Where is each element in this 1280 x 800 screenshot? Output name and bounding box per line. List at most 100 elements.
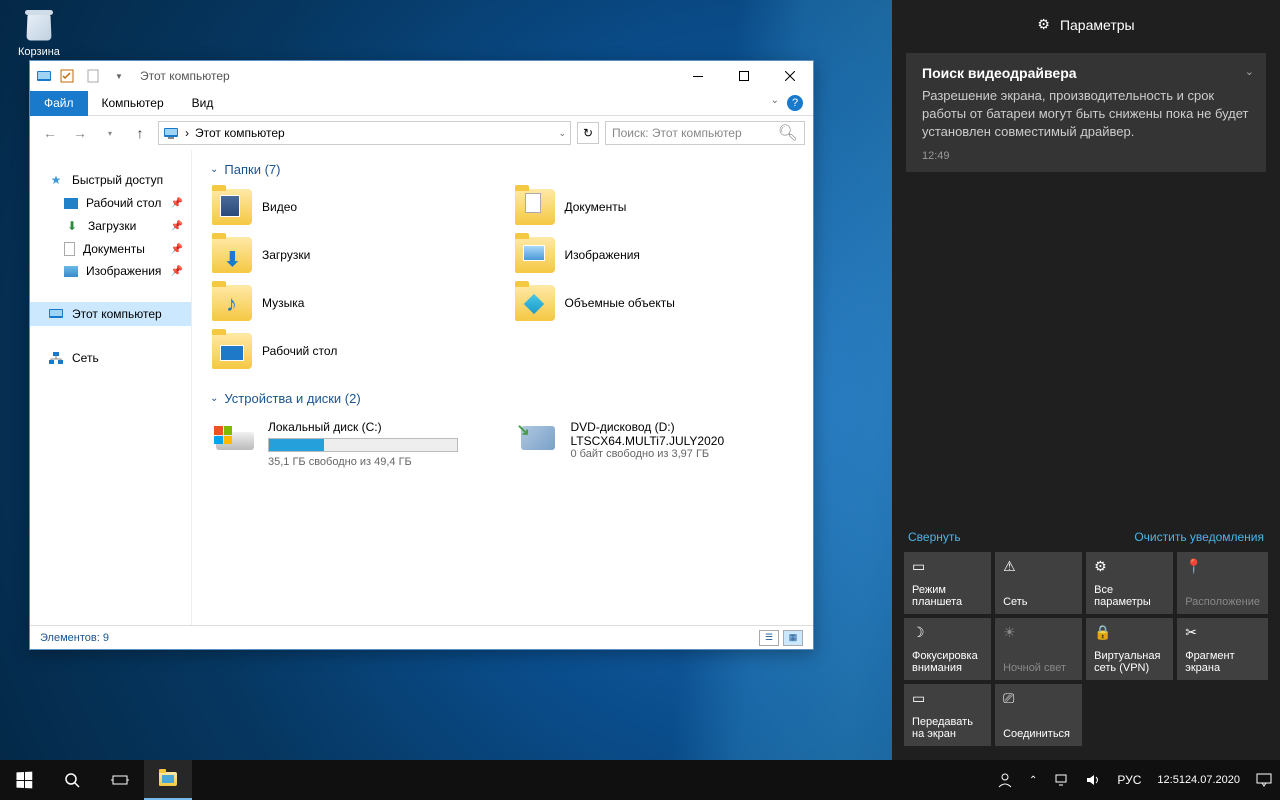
tray-language[interactable]: РУС <box>1109 760 1149 800</box>
tray-action-center-icon[interactable] <box>1248 760 1280 800</box>
notification-title: Поиск видеодрайвера <box>922 65 1250 81</box>
forward-button[interactable]: → <box>68 121 92 145</box>
folder-downloads[interactable]: ⬇Загрузки <box>210 235 493 275</box>
tab-computer[interactable]: Компьютер <box>88 91 178 116</box>
drive-usage-bar <box>268 438 458 452</box>
tile-network[interactable]: ⚠Сеть <box>995 552 1082 614</box>
back-button[interactable]: ← <box>38 121 62 145</box>
tray-volume-icon[interactable] <box>1077 760 1109 800</box>
quick-actions: ▭Режим планшета ⚠Сеть ⚙Все параметры 📍Ра… <box>892 552 1280 760</box>
navbar: ← → ▾ ↑ › Этот компьютер ⌄ ↻ 🔍︎ <box>30 116 813 150</box>
tab-view[interactable]: Вид <box>178 91 228 116</box>
address-dropdown-icon[interactable]: ⌄ <box>558 128 566 139</box>
pin-icon: 📌 <box>171 266 183 277</box>
tile-all-settings[interactable]: ⚙Все параметры <box>1086 552 1173 614</box>
notification-time: 12:49 <box>922 150 1250 162</box>
titlebar[interactable]: ▼ Этот компьютер <box>30 61 813 91</box>
taskbar-explorer[interactable] <box>144 760 192 800</box>
drive-c[interactable]: Локальный диск (C:) 35,1 ГБ свободно из … <box>210 416 493 472</box>
sidebar-quick-access[interactable]: ★ Быстрый доступ <box>30 168 191 192</box>
search-input[interactable] <box>612 126 778 140</box>
action-center: ⚙ Параметры Поиск видеодрайвера Разрешен… <box>892 0 1280 760</box>
sidebar-documents[interactable]: Документы📌 <box>30 238 191 260</box>
tile-location[interactable]: 📍Расположение <box>1177 552 1268 614</box>
app-icon <box>36 68 52 84</box>
folder-videos[interactable]: Видео <box>210 187 493 227</box>
tile-connect[interactable]: ⎚Соединиться <box>995 684 1082 746</box>
tile-tablet-mode[interactable]: ▭Режим планшета <box>904 552 991 614</box>
tile-project[interactable]: ▭Передавать на экран <box>904 684 991 746</box>
search-box[interactable]: 🔍︎ <box>605 121 805 145</box>
sun-icon: ☀ <box>1003 624 1074 642</box>
windows-logo-icon <box>16 772 32 789</box>
drive-d[interactable]: ↘ DVD-дисковод (D:) LTSCX64.MULTi7.JULY2… <box>513 416 796 472</box>
minimize-button[interactable] <box>675 61 721 91</box>
pin-icon: 📌 <box>171 244 183 255</box>
notification[interactable]: Поиск видеодрайвера Разрешение экрана, п… <box>906 53 1266 172</box>
address-location: Этот компьютер <box>195 126 285 140</box>
location-icon: 📍 <box>1185 558 1260 576</box>
file-explorer-window: ▼ Этот компьютер Файл Компьютер Вид ⌄ ? … <box>29 60 814 650</box>
up-button[interactable]: ↑ <box>128 121 152 145</box>
task-view-button[interactable] <box>96 760 144 800</box>
sidebar-desktop[interactable]: Рабочий стол📌 <box>30 192 191 214</box>
gear-icon: ⚙ <box>1094 558 1165 576</box>
view-details-button[interactable]: ☰ <box>759 630 779 646</box>
tray-clock[interactable]: 12:5124.07.2020 <box>1149 760 1248 800</box>
notification-body: Разрешение экрана, производительность и … <box>922 87 1250 142</box>
devices-header[interactable]: ⌄Устройства и диски (2) <box>210 391 795 406</box>
gear-icon: ⚙ <box>1037 16 1050 33</box>
maximize-button[interactable] <box>721 61 767 91</box>
recent-dropdown[interactable]: ▾ <box>98 121 122 145</box>
action-center-header: ⚙ Параметры <box>892 0 1280 45</box>
tile-night-light[interactable]: ☀Ночной свет <box>995 618 1082 680</box>
tile-vpn[interactable]: 🔒Виртуальная сеть (VPN) <box>1086 618 1173 680</box>
clear-notifications-link[interactable]: Очистить уведомления <box>1134 530 1264 544</box>
folder-3d[interactable]: Объемные объекты <box>513 283 796 323</box>
tray-people-icon[interactable] <box>989 760 1021 800</box>
desktop-icon <box>64 198 78 209</box>
folder-documents[interactable]: Документы <box>513 187 796 227</box>
moon-icon: ☽ <box>912 624 983 642</box>
wifi-icon: ⚠ <box>1003 558 1074 576</box>
qat-properties-icon[interactable] <box>56 65 78 87</box>
chevron-down-icon[interactable]: ⌄ <box>1245 65 1254 78</box>
qat-dropdown-icon[interactable]: ▼ <box>108 65 130 87</box>
tab-file[interactable]: Файл <box>30 91 88 116</box>
sidebar-this-pc[interactable]: Этот компьютер <box>30 302 191 326</box>
folder-music[interactable]: ♪Музыка <box>210 283 493 323</box>
collapse-link[interactable]: Свернуть <box>908 530 961 544</box>
folders-header[interactable]: ⌄Папки (7) <box>210 162 795 177</box>
tray-overflow-icon[interactable]: ⌃ <box>1021 760 1045 800</box>
search-button[interactable] <box>48 760 96 800</box>
recycle-bin[interactable]: Корзина <box>18 8 60 58</box>
pc-icon <box>48 306 64 322</box>
tile-screen-snip[interactable]: ✂Фрагмент экрана <box>1177 618 1268 680</box>
star-icon: ★ <box>48 172 64 188</box>
ribbon: Файл Компьютер Вид ⌄ ? <box>30 91 813 116</box>
close-button[interactable] <box>767 61 813 91</box>
sidebar-pictures[interactable]: Изображения📌 <box>30 260 191 282</box>
folder-desktop[interactable]: Рабочий стол <box>210 331 493 371</box>
download-icon: ⬇ <box>64 218 80 234</box>
picture-icon <box>64 266 78 277</box>
search-icon[interactable]: 🔍︎ <box>778 123 798 143</box>
trash-icon <box>21 8 57 44</box>
sidebar-downloads[interactable]: ⬇Загрузки📌 <box>30 214 191 238</box>
item-count: Элементов: 9 <box>40 632 109 644</box>
address-bar[interactable]: › Этот компьютер ⌄ <box>158 121 571 145</box>
view-tiles-button[interactable]: ▦ <box>783 630 803 646</box>
tile-focus-assist[interactable]: ☽Фокусировка внимания <box>904 618 991 680</box>
network-icon <box>48 350 64 366</box>
help-icon[interactable]: ? <box>787 95 803 111</box>
folder-pictures[interactable]: Изображения <box>513 235 796 275</box>
refresh-button[interactable]: ↻ <box>577 122 599 144</box>
snip-icon: ✂ <box>1185 624 1260 642</box>
tray-network-icon[interactable] <box>1045 760 1077 800</box>
address-sep: › <box>185 126 189 140</box>
pc-icon <box>163 126 179 140</box>
qat-new-icon[interactable] <box>82 65 104 87</box>
sidebar-network[interactable]: Сеть <box>30 346 191 370</box>
ribbon-expand-icon[interactable]: ⌄ <box>771 95 779 111</box>
start-button[interactable] <box>0 760 48 800</box>
